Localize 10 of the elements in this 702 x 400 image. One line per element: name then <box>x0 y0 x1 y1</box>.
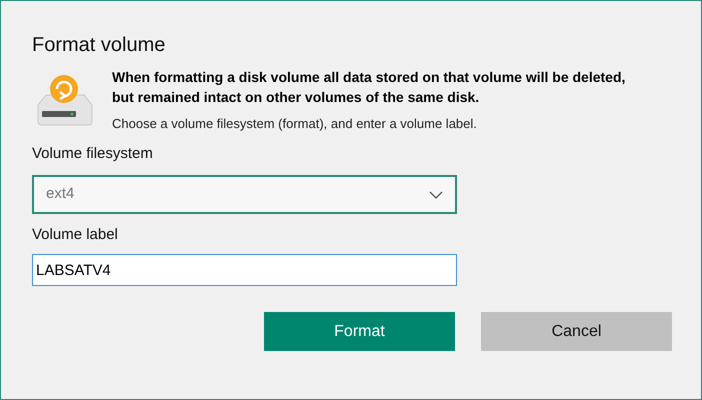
filesystem-dropdown[interactable]: ext4 <box>32 175 457 214</box>
chevron-down-icon <box>429 190 443 198</box>
warning-text: When formatting a disk volume all data stored on that volume will be deleted, but remained intact on other volumes of the same disk. <box>112 68 626 107</box>
instruction-text: Choose a volume filesystem (format), and enter a volume label. <box>112 115 478 133</box>
field-label: Volume label <box>32 225 119 245</box>
volume-label-field[interactable]: LABSATV4 <box>32 254 457 286</box>
format-button[interactable]: Format <box>264 312 455 351</box>
cancel-button[interactable]: Cancel <box>481 312 672 351</box>
dialog-title: Format volume <box>32 33 166 58</box>
field-label: Volume filesystem <box>32 144 154 164</box>
